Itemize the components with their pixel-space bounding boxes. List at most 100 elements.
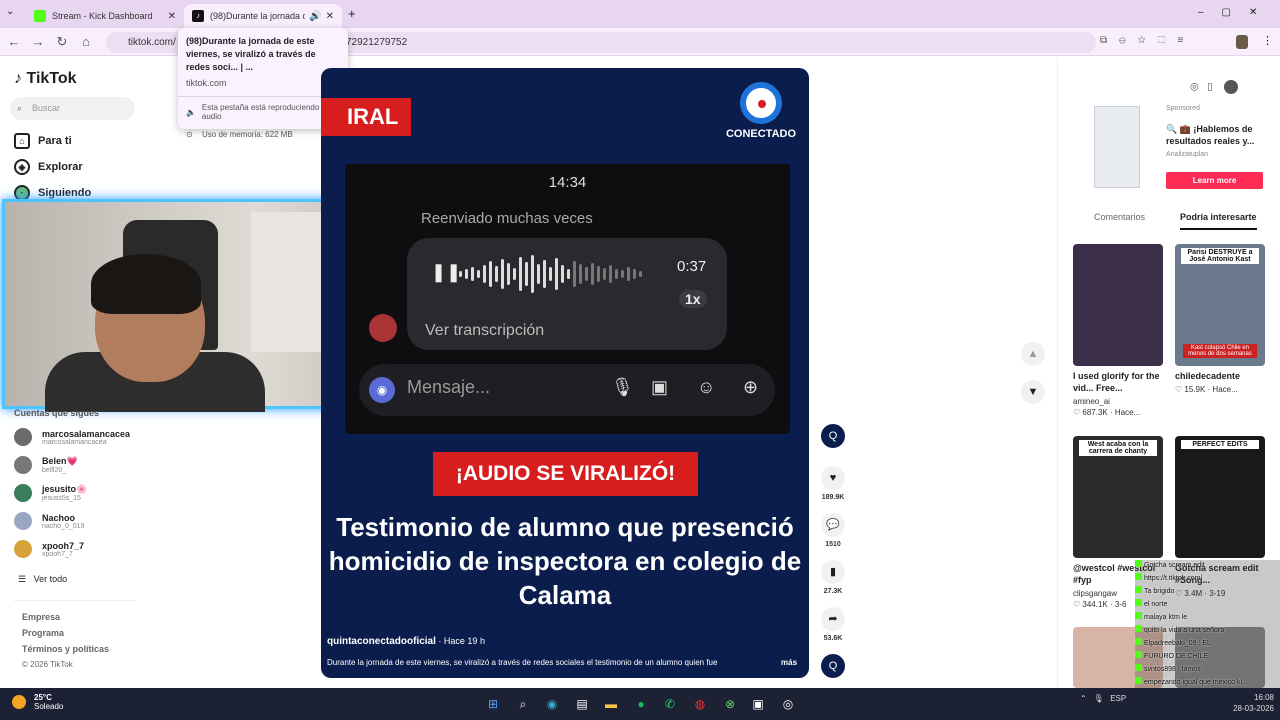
footer-empresa[interactable]: Empresa xyxy=(22,612,60,622)
see-all-link[interactable]: ☰ Ver todo xyxy=(18,574,67,585)
video-author[interactable]: quintaconectadooficial · Hace 19 h xyxy=(327,636,485,647)
comment-button[interactable]: 💬 1510 xyxy=(820,513,846,548)
video-caption: Durante la jornada de este viernes, se v… xyxy=(327,658,718,667)
waveform-bar xyxy=(471,267,474,281)
forward-icon[interactable]: → xyxy=(30,34,46,50)
tab-tiktok-video[interactable]: ♪ (98)Durante la jornada de e 🔊 ✕ xyxy=(184,4,342,28)
chevron-up-icon[interactable]: ▲ xyxy=(1021,342,1045,366)
search-icon[interactable]: ⌕ xyxy=(513,694,533,714)
windows-start-icon[interactable]: ⊞ xyxy=(483,694,503,714)
sound-avatar[interactable]: Q xyxy=(820,654,846,678)
close-icon[interactable]: ✕ xyxy=(168,11,176,22)
speaker-icon: 🔈 xyxy=(186,107,196,117)
video-card[interactable]: PERFECT EDITS xyxy=(1175,436,1265,558)
profile-avatar[interactable] xyxy=(1236,35,1248,49)
video-card[interactable]: West acaba con la carrera de chanty xyxy=(1073,436,1163,558)
waveform-bar xyxy=(639,271,642,277)
account-user: belll20_ xyxy=(42,467,67,474)
waveform-bar xyxy=(627,267,630,281)
like-button[interactable]: ♥ 189.9K xyxy=(820,466,846,501)
waveform-bar xyxy=(603,268,606,280)
nav-explorar[interactable]: ◈ Explorar xyxy=(14,159,83,175)
new-tab-button[interactable]: + xyxy=(348,6,356,21)
whatsapp-screenshot: 14:34 Reenviado muchas veces ❚❚ 0:37 1x … xyxy=(345,164,790,434)
search-input[interactable]: ⌕ Buscar xyxy=(10,97,135,120)
creator-avatar[interactable]: Q xyxy=(820,424,846,448)
video-player[interactable]: IRAL CONECTADO 14:34 Reenviado muchas ve… xyxy=(321,68,809,678)
ad-text[interactable]: 🔍 💼 ¡Hablemos de resultados reales y... xyxy=(1166,123,1266,147)
more-link[interactable]: más xyxy=(781,658,797,667)
video-card-info[interactable]: I used glorify for the vid... Free... ami… xyxy=(1073,370,1163,417)
system-tray[interactable]: ⌃ 🎙 ESP xyxy=(1080,694,1126,703)
window-controls[interactable]: –▢✕ xyxy=(1198,7,1275,18)
footer-programa[interactable]: Programa xyxy=(22,628,64,638)
speaker-icon[interactable]: 🔊 xyxy=(309,11,321,22)
video-card-info[interactable]: chiledecadente ♡ 15.9K · Hace... xyxy=(1175,370,1265,394)
waveform-bar xyxy=(633,269,636,279)
kick-icon xyxy=(1135,625,1142,632)
chat-line: quito la vida a una señora xyxy=(1135,625,1280,638)
home-icon: ⌂ xyxy=(14,133,30,149)
taskbar-clock[interactable]: 16:08 28-03-2026 xyxy=(1232,692,1274,714)
app-icon[interactable]: ▣ xyxy=(748,694,768,714)
close-icon[interactable]: ✕ xyxy=(326,11,334,22)
waveform-bar xyxy=(597,266,600,282)
spotify-icon[interactable]: ● xyxy=(631,694,651,714)
account-name: jesusito🌸 xyxy=(42,484,88,494)
waveform-bar xyxy=(465,269,468,279)
save-button[interactable]: ▮ 27.3K xyxy=(820,560,846,595)
account-name: Nachoo xyxy=(42,512,76,523)
menu-icon[interactable]: ⋮ xyxy=(1262,34,1273,47)
video-card[interactable]: Parisi DESTRUYE a José Antonio Kast Kast … xyxy=(1175,244,1265,366)
right-panel-icons[interactable]: ◎ ▯ xyxy=(1190,80,1238,94)
edge-icon[interactable]: ◉ xyxy=(542,694,562,714)
whatsapp-icon[interactable]: ✆ xyxy=(660,694,680,714)
waveform-bar xyxy=(519,257,522,291)
weather-widget[interactable]: 25°C Soleado xyxy=(12,693,63,711)
avatar xyxy=(14,428,32,446)
footer-terms[interactable]: Términos y políticas xyxy=(22,644,109,654)
compass-icon: ◈ xyxy=(14,159,30,175)
nav-para-ti[interactable]: ⌂ Para ti xyxy=(14,133,72,149)
ad-image[interactable] xyxy=(1094,106,1140,188)
microphone-icon: 🎙 xyxy=(611,377,634,397)
followed-account[interactable]: Nachoo nacho_0_019 xyxy=(14,512,84,530)
waveform-bar xyxy=(609,265,612,283)
home-icon[interactable]: ⌂ xyxy=(78,34,94,50)
obs-icon[interactable]: ◎ xyxy=(778,694,798,714)
followed-account[interactable]: marcosalamancacea marcosalamancacea xyxy=(14,428,130,446)
tab-search-icon[interactable]: ⌄ xyxy=(6,6,14,17)
followed-account[interactable]: Belen💗 belll20_ xyxy=(14,456,78,474)
waveform-bar xyxy=(561,265,564,283)
sticker-icon: ☺ xyxy=(697,377,716,397)
card-stats: ♡ 687.3K · Hace... xyxy=(1073,408,1141,417)
video-card[interactable] xyxy=(1073,244,1163,366)
kick-icon xyxy=(1135,612,1142,619)
tiktok-logo[interactable]: ♪ TikTok xyxy=(14,70,77,88)
comment-icon: 💬 xyxy=(821,513,845,537)
followed-account[interactable]: xpooh7_7 xpooh7_7 xyxy=(14,540,84,558)
folder-icon[interactable]: ▬ xyxy=(601,694,621,714)
toolbar-icons[interactable]: ⧉⊖☆⬚≡ xyxy=(1100,35,1195,46)
heart-icon: ♥ xyxy=(821,466,845,490)
chat-line: https://t.tiktok.com/ xyxy=(1135,573,1280,586)
xbox-icon[interactable]: ⊗ xyxy=(720,694,740,714)
card-overlay-text: Parisi DESTRUYE a José Antonio Kast xyxy=(1181,248,1259,264)
store-icon[interactable]: ▤ xyxy=(572,694,592,714)
waveform-bar xyxy=(537,264,540,284)
waveform-bar xyxy=(621,270,624,278)
learn-more-button[interactable]: Learn more xyxy=(1166,172,1263,189)
chevron-down-icon[interactable]: ▼ xyxy=(1021,380,1045,404)
list-icon: ☰ xyxy=(18,574,27,584)
share-button[interactable]: ➦ 53.6K xyxy=(820,607,846,642)
chrome-icon[interactable]: ◍ xyxy=(690,694,710,714)
account-user: jesuss5s_15 xyxy=(42,495,81,502)
reload-icon[interactable]: ↻ xyxy=(54,34,70,50)
tab-comments[interactable]: Comentarios xyxy=(1094,212,1145,222)
followed-account[interactable]: jesusito🌸 jesuss5s_15 xyxy=(14,484,87,502)
kick-icon xyxy=(1135,664,1142,671)
tab-kick-dashboard[interactable]: Stream - Kick Dashboard ✕ xyxy=(26,4,184,28)
back-icon[interactable]: ← xyxy=(6,34,22,50)
tab-might-interest[interactable]: Podría interesarte xyxy=(1180,212,1257,230)
card-overlay-text: West acaba con la carrera de chanty xyxy=(1079,440,1157,456)
